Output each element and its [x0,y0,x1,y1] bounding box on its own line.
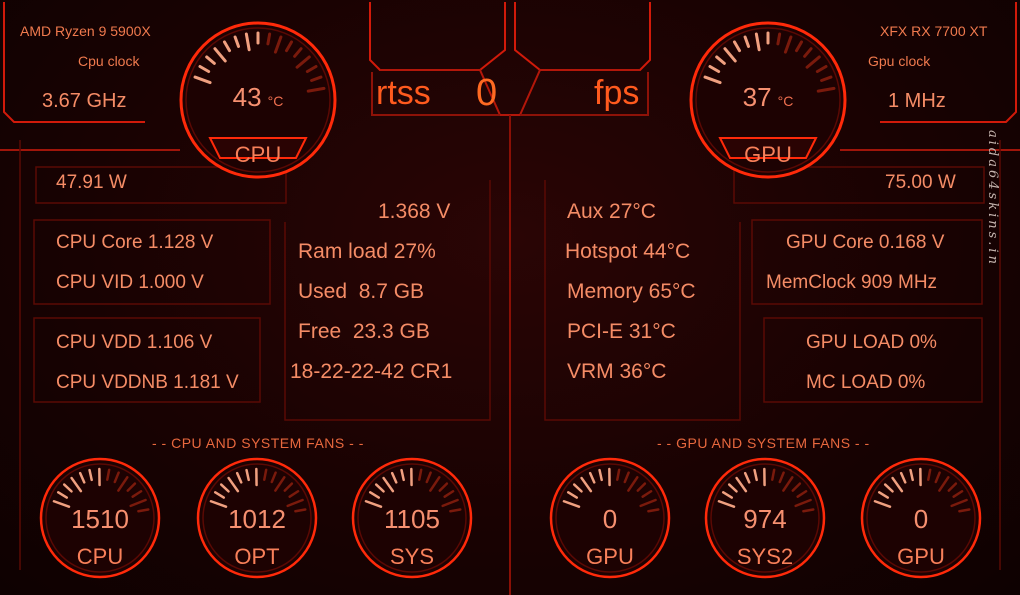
cpu-temp-unit: °C [267,93,284,109]
cpu-name: AMD Ryzen 9 5900X [20,23,151,39]
cpu-temp-value: 43 [232,82,262,112]
fan-value: 974 [743,504,787,534]
fan-gauge-gpu: 0 GPU [548,456,672,580]
gpu-temp-gauge: 37 °C GPU [688,20,848,180]
gpu-power: 75.00 W [885,172,956,193]
ram-used: Used 8.7 GB [298,280,425,303]
gpu-clock-label: Gpu clock [868,53,931,69]
fan-label: CPU [76,544,124,569]
aux-temp: Aux 27°C [567,200,656,223]
gpu-temp-value: 37 [742,82,772,112]
fan-value: 0 [602,504,618,534]
fps-label: fps [594,74,640,112]
gpu-gauge-label: GPU [744,142,792,167]
gpu-mc-load: MC LOAD 0% [806,372,926,393]
cpu-clock-label: Cpu clock [78,53,140,69]
fan-gauge-cpu: 1510 CPU [38,456,162,580]
cpu-core-voltage: CPU Core 1.128 V [56,232,214,253]
fan-label: SYS2 [736,544,794,569]
cpu-fans-heading: - - CPU AND SYSTEM FANS - - [152,435,364,451]
cpu-clock-value: 3.67 GHz [42,90,127,112]
fan-gauge-gpu-2: 0 GPU [859,456,983,580]
gpu-clock-value: 1 MHz [888,90,946,112]
fan-label: GPU [897,544,945,569]
gpu-core-voltage: GPU Core 0.168 V [786,232,945,253]
gpu-name: XFX RX 7700 XT [880,23,988,39]
gpu-load: GPU LOAD 0% [806,332,937,353]
cpu-vddnb: CPU VDDNB 1.181 V [56,372,239,393]
fan-label: OPT [234,544,280,569]
gpu-temp-unit: °C [777,93,794,109]
pcie-temp: PCI-E 31°C [567,320,676,343]
fan-value: 1105 [384,504,440,534]
fan-value: 1510 [71,504,129,534]
ram-voltage: 1.368 V [378,200,451,223]
cpu-power: 47.91 W [56,172,127,193]
ram-timings: 18-22-22-42 CR1 [290,360,453,383]
cpu-vdd: CPU VDD 1.106 V [56,332,213,353]
watermark: aida64skins.in [985,130,1000,267]
fan-gauge-opt: 1012 OPT [195,456,319,580]
fan-gauge-sys: 1105 SYS [350,456,474,580]
hotspot-temp: Hotspot 44°C [565,240,691,263]
fan-label: GPU [586,544,634,569]
fan-gauge-sys2: 974 SYS2 [703,456,827,580]
gpu-fans-heading: - - GPU AND SYSTEM FANS - - [657,435,870,451]
cpu-vid: CPU VID 1.000 V [56,272,204,293]
rtss-fps-value: 0 [476,72,498,114]
vrm-temp: VRM 36°C [567,360,667,383]
ram-load: Ram load 27% [298,240,436,263]
cpu-gauge-label: CPU [234,142,282,167]
gpu-memclock: MemClock 909 MHz [766,272,938,293]
fan-label: SYS [389,544,435,569]
ram-free: Free 23.3 GB [298,320,430,343]
fan-value: 0 [913,504,929,534]
rtss-label: rtss [376,74,431,112]
fan-value: 1012 [228,504,286,534]
memory-temp: Memory 65°C [567,280,696,303]
cpu-temp-gauge: 43 °C CPU [178,20,338,180]
